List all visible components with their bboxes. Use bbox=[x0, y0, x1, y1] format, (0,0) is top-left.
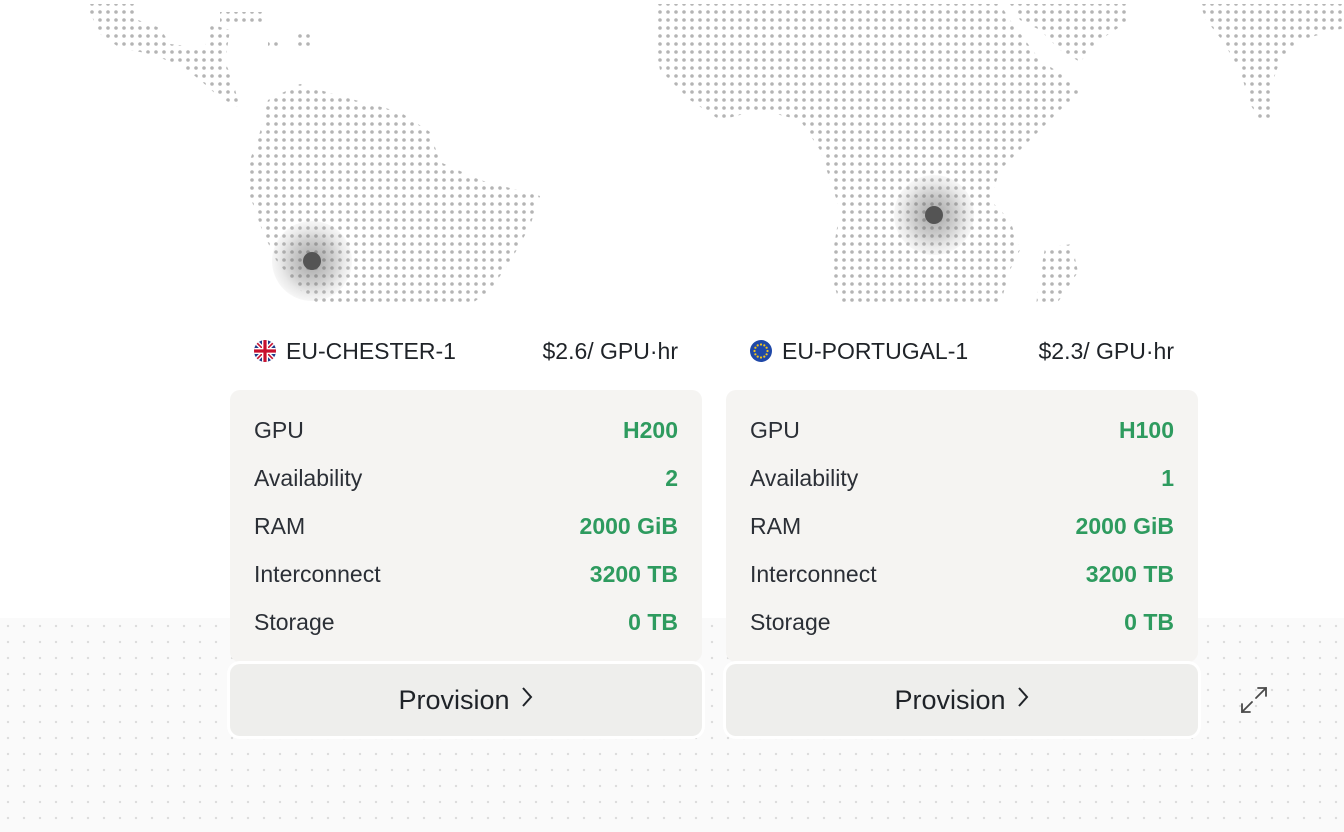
region-price: $2.3/ GPU·hr bbox=[1038, 337, 1175, 364]
spec-row-ram: RAM 2000 GiB bbox=[254, 502, 678, 550]
provision-label: Provision bbox=[398, 684, 510, 715]
provision-button-chester[interactable]: Provision bbox=[230, 664, 702, 736]
spec-row-storage: Storage 0 TB bbox=[254, 598, 678, 646]
spec-value: 1 bbox=[1161, 464, 1174, 491]
region-name: EU-CHESTER-1 bbox=[286, 337, 456, 364]
spec-row-storage: Storage 0 TB bbox=[750, 598, 1174, 646]
spec-label: Availability bbox=[254, 464, 363, 491]
eu-flag-icon bbox=[750, 340, 772, 362]
spec-row-interconnect: Interconnect 3200 TB bbox=[254, 550, 678, 598]
region-name-group: EU-CHESTER-1 bbox=[254, 338, 456, 365]
spec-row-ram: RAM 2000 GiB bbox=[750, 502, 1174, 550]
region-header-portugal: EU-PORTUGAL-1 $2.3/ GPU·hr bbox=[750, 334, 1174, 368]
spec-card-portugal: GPU H100 Availability 1 RAM 2000 GiB Int… bbox=[726, 390, 1198, 662]
spec-value: H100 bbox=[1119, 416, 1174, 443]
spec-value: 2000 GiB bbox=[1075, 512, 1174, 539]
spec-row-interconnect: Interconnect 3200 TB bbox=[750, 550, 1174, 598]
region-header-chester: EU-CHESTER-1 $2.6/ GPU·hr bbox=[254, 334, 678, 368]
expand-arrows-icon[interactable] bbox=[1238, 684, 1270, 716]
chevron-right-icon bbox=[520, 685, 534, 716]
spec-label: GPU bbox=[254, 416, 304, 443]
region-name-group: EU-PORTUGAL-1 bbox=[750, 338, 968, 365]
spec-value: 3200 TB bbox=[589, 560, 678, 587]
spec-value: 3200 TB bbox=[1085, 560, 1174, 587]
map-pin-dot bbox=[303, 252, 321, 270]
provision-button-portugal[interactable]: Provision bbox=[726, 664, 1198, 736]
spec-label: Storage bbox=[254, 608, 335, 635]
map-pin-dot bbox=[925, 206, 943, 224]
spec-label: Availability bbox=[750, 464, 859, 491]
uk-flag-icon bbox=[254, 340, 276, 362]
spec-row-gpu: GPU H100 bbox=[750, 406, 1174, 454]
spec-value: 2 bbox=[665, 464, 678, 491]
provision-label: Provision bbox=[894, 684, 1006, 715]
region-name: EU-PORTUGAL-1 bbox=[782, 337, 969, 364]
spec-label: RAM bbox=[254, 512, 306, 539]
spec-value: 2000 GiB bbox=[579, 512, 678, 539]
spec-row-availability: Availability 1 bbox=[750, 454, 1174, 502]
chevron-right-icon bbox=[1016, 685, 1030, 716]
world-dot-map bbox=[86, 4, 1344, 305]
map-pin-portugal[interactable] bbox=[894, 175, 974, 255]
spec-label: Storage bbox=[750, 608, 831, 635]
map-pin-chester[interactable] bbox=[272, 221, 352, 301]
spec-value: H200 bbox=[623, 416, 678, 443]
spec-label: Interconnect bbox=[254, 560, 381, 587]
spec-value: 0 TB bbox=[1124, 608, 1174, 635]
page: EU-CHESTER-1 $2.6/ GPU·hr GPU H200 Avail… bbox=[0, 0, 1344, 832]
spec-label: Interconnect bbox=[750, 560, 877, 587]
spec-card-chester: GPU H200 Availability 2 RAM 2000 GiB Int… bbox=[230, 390, 702, 662]
spec-label: RAM bbox=[750, 512, 802, 539]
spec-row-gpu: GPU H200 bbox=[254, 406, 678, 454]
spec-label: GPU bbox=[750, 416, 800, 443]
region-price: $2.6/ GPU·hr bbox=[542, 337, 679, 364]
spec-row-availability: Availability 2 bbox=[254, 454, 678, 502]
spec-value: 0 TB bbox=[628, 608, 678, 635]
